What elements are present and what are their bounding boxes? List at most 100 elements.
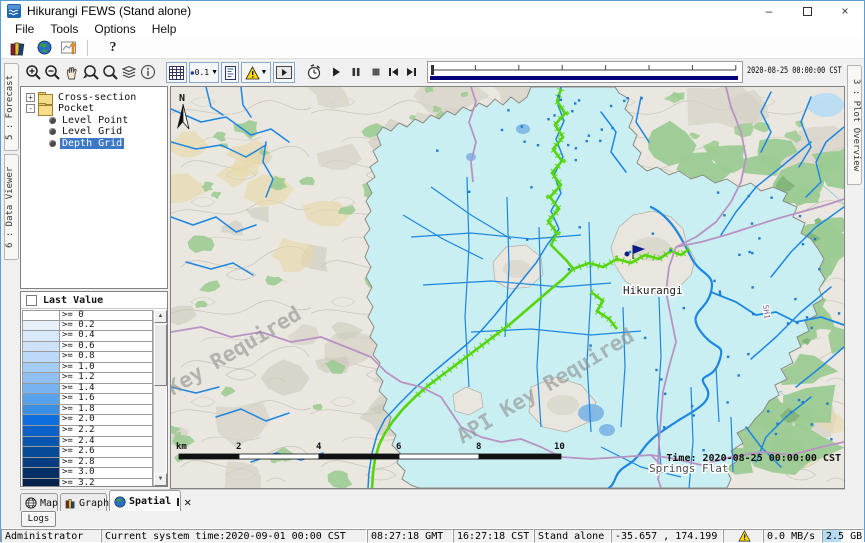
play-icon[interactable]	[326, 62, 345, 82]
status-system-time: Current system time:2020-09-01 00:00 CST	[101, 529, 367, 543]
svg-text:N: N	[179, 93, 185, 104]
zoom-previous-icon[interactable]	[81, 62, 100, 82]
pan-hand-icon[interactable]	[62, 62, 81, 82]
main-toolbar: ?	[1, 37, 864, 59]
legend-color-swatch	[22, 352, 60, 363]
app-window: Hikurangi FEWS (Stand alone) – × FileToo…	[0, 0, 865, 542]
timer-icon[interactable]	[304, 62, 323, 82]
interval-dropdown[interactable]: 0.1▼	[189, 62, 219, 83]
minimize-button[interactable]: –	[750, 1, 788, 21]
scroll-down-icon[interactable]: ▼	[154, 473, 167, 486]
last-value-label: Last Value	[43, 295, 103, 306]
tree-item-pocket[interactable]: -Pocket	[26, 103, 96, 115]
status-local-time: 16:27:18 CST	[453, 529, 534, 543]
maximize-button[interactable]	[788, 1, 826, 21]
status-warning	[723, 529, 763, 543]
legend-color-swatch	[22, 405, 60, 416]
last-value-checkbox[interactable]	[26, 295, 37, 306]
scrollbar-thumb[interactable]	[154, 324, 167, 386]
zoom-in-icon[interactable]	[24, 62, 43, 82]
tree-item-label: Cross-section	[56, 92, 138, 103]
grid-display-button[interactable]	[166, 62, 187, 83]
scroll-up-icon[interactable]: ▲	[154, 310, 167, 323]
pause-icon[interactable]	[346, 62, 365, 82]
document-tabs: Map Graph Spatial ✕	[20, 489, 845, 511]
dock-tab-data-viewer[interactable]: 6 : Data Viewer	[4, 154, 19, 260]
left-dock-strip: 5 : Forecast 6 : Data Viewer	[1, 59, 20, 528]
legend-threshold-label: >= 2.2	[60, 426, 153, 437]
globe-icon-small	[114, 496, 126, 508]
tree-expander-icon[interactable]: +	[26, 93, 35, 102]
zoom-next-icon[interactable]	[100, 62, 119, 82]
tree-expander-icon[interactable]: -	[26, 104, 35, 113]
info-icon[interactable]	[138, 62, 157, 82]
status-gmt-time: 08:27:18 GMT	[367, 529, 453, 543]
help-icon[interactable]: ?	[104, 39, 122, 57]
skip-end-icon[interactable]	[402, 62, 421, 82]
dock-tab-forecast[interactable]: 5 : Forecast	[4, 63, 19, 151]
restore-pane-icon[interactable]	[177, 498, 179, 506]
logs-button[interactable]: Logs	[21, 511, 56, 527]
legend-row: >= 2.2	[22, 426, 153, 437]
map-viewport[interactable]: API Key Required API Key Required Hikura…	[170, 86, 845, 489]
tab-map[interactable]: Map	[20, 493, 58, 512]
status-bandwidth: 0.0 MB/s	[763, 529, 822, 543]
tree-item-depth-grid[interactable]: Depth Grid	[49, 137, 124, 149]
tree-item-level-grid[interactable]: Level Grid	[49, 126, 124, 138]
legend-color-swatch	[22, 373, 60, 384]
legend-color-swatch	[22, 426, 60, 437]
status-warning-icon	[738, 530, 751, 542]
close-button[interactable]: ×	[826, 1, 864, 21]
tree-item-cross-section[interactable]: + Cross-section	[26, 91, 138, 103]
right-dock-strip: 3 : Plot Overview	[845, 59, 864, 528]
legend-scrollbar[interactable]: ▲ ▼	[153, 310, 166, 486]
layer-bullet-icon	[49, 117, 56, 124]
legend-color-swatch	[22, 310, 60, 321]
tab-graph[interactable]: Graph	[60, 493, 107, 512]
menu-options[interactable]: Options	[86, 22, 143, 36]
status-memory: 2.5 GB	[822, 529, 864, 543]
skip-start-icon[interactable]	[384, 62, 403, 82]
svg-text:10: 10	[554, 442, 565, 452]
map-toolbar: 0.1▼ ▼ 2020	[20, 59, 845, 86]
window-title: Hikurangi FEWS (Stand alone)	[27, 4, 191, 18]
legend-color-swatch	[22, 384, 60, 395]
database-icon[interactable]	[9, 39, 27, 57]
menu-bar: FileToolsOptionsHelp	[1, 21, 864, 37]
document-button[interactable]	[221, 62, 239, 83]
animation-panel-button[interactable]	[273, 62, 295, 83]
layer-bullet-icon	[49, 128, 56, 135]
menu-tools[interactable]: Tools	[42, 22, 86, 36]
timeline-slider[interactable]	[427, 61, 743, 83]
legend-row: >= 0	[22, 310, 153, 321]
globe-icon[interactable]	[35, 39, 53, 57]
tab-spatial[interactable]: Spatial ✕	[109, 490, 181, 512]
timeseries-icon[interactable]	[61, 39, 79, 57]
map-time-label: Time: 2020-08-25 00:00:00 CST	[666, 452, 841, 464]
menu-file[interactable]: File	[7, 22, 42, 36]
zoom-out-icon[interactable]	[43, 62, 62, 82]
legend-color-swatch	[22, 447, 60, 458]
timeline-date: 2020-08-25 00:00:00 CST	[747, 66, 842, 76]
legend-color-swatch	[22, 394, 60, 405]
folder-icon	[38, 92, 52, 103]
stop-icon[interactable]	[366, 62, 385, 82]
tree-item-level-point[interactable]: Level Point	[49, 114, 130, 126]
close-pane-icon[interactable]: ✕	[184, 495, 191, 509]
tree-item-label: Depth Grid	[60, 138, 124, 149]
wireframe-globe-icon	[25, 497, 37, 509]
layers-icon[interactable]	[119, 62, 138, 82]
svg-text:2: 2	[236, 442, 241, 452]
bar-chart-icon	[65, 498, 76, 509]
legend-color-swatch	[22, 331, 60, 342]
warning-dropdown[interactable]: ▼	[241, 62, 271, 83]
svg-text:km: km	[176, 442, 187, 452]
menu-help[interactable]: Help	[144, 22, 185, 36]
legend-row: >= 3.2	[22, 479, 153, 487]
svg-text:4: 4	[316, 442, 322, 452]
folder-icon	[38, 103, 52, 114]
legend-threshold-label: >= 0	[60, 310, 153, 321]
dock-tab-plot-overview[interactable]: 3 : Plot Overview	[847, 65, 862, 185]
legend-list: >= 0>= 0.2>= 0.4>= 0.6>= 0.8>= 1.0>= 1.2…	[22, 310, 153, 486]
legend-color-swatch	[22, 321, 60, 332]
